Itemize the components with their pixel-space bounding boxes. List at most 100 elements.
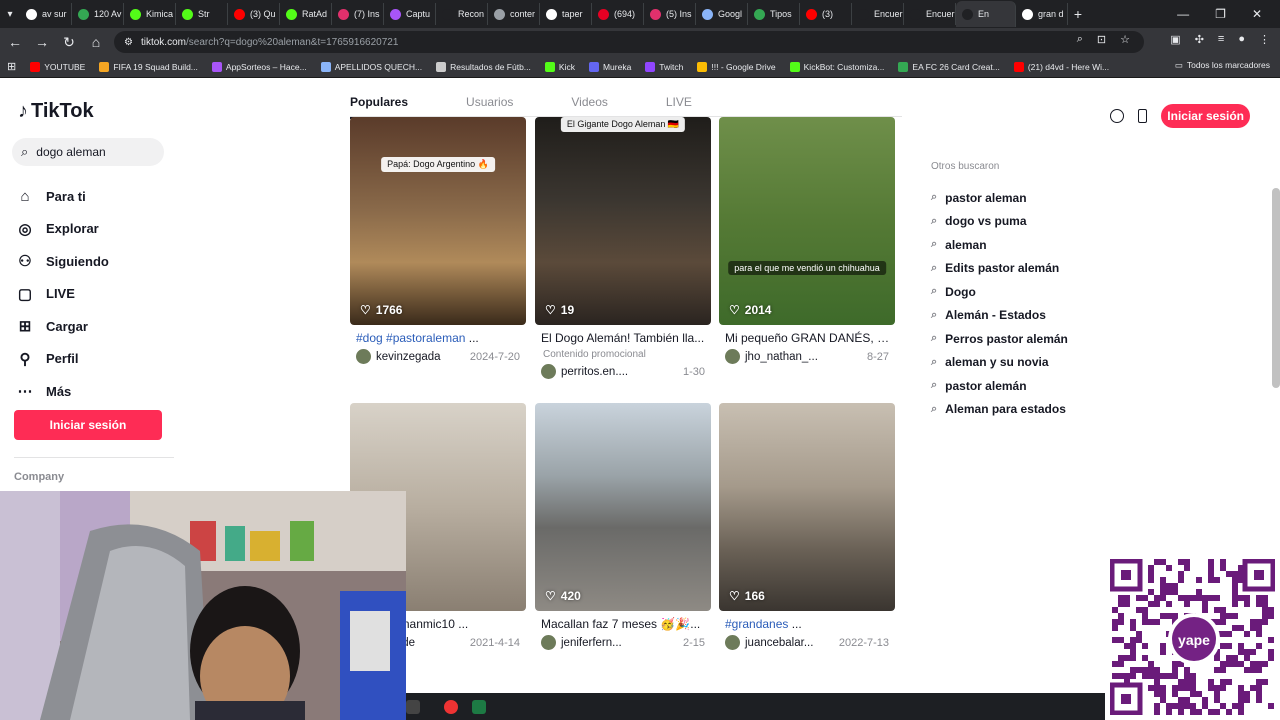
browser-tab[interactable]: (5) Ins [644,3,696,25]
related-search-item[interactable]: ⌕ Aleman para estados [931,398,1068,422]
bookmark-item[interactable]: YOUTUBE [23,61,92,72]
install-icon[interactable]: ⊡ [1097,33,1106,46]
username[interactable]: jeniferfern... [561,637,622,649]
bookmark-item[interactable]: Mureka [582,61,638,72]
bookmark-star-icon[interactable]: ☆ [1120,33,1130,46]
sidebar-item[interactable]: ◎ Explorar [16,213,109,246]
all-bookmarks-folder[interactable]: ▭ Todos los marcadores [1175,60,1270,71]
sidebar-item[interactable]: ⊞ Cargar [16,310,109,343]
video-thumbnail[interactable]: El Gigante Dogo Aleman 🇩🇪 ♡ 19 [535,117,711,325]
username[interactable]: jho_nathan_... [745,351,818,363]
tiktok-logo[interactable]: ♪ TikTok [18,100,94,123]
sidebar-item[interactable]: ⚲ Perfil [16,343,109,376]
bookmark-item[interactable]: Resultados de Fútb... [429,61,538,72]
site-info-icon[interactable]: ⚙ [124,37,133,48]
bookmark-item[interactable]: Kick [538,61,582,72]
taskbar-app-icon[interactable] [406,699,420,714]
sidebar-item[interactable]: ⌂ Para ti [16,180,109,213]
browser-tab[interactable]: Tipos [748,3,800,25]
browser-tab[interactable]: Captu [384,3,436,25]
video-description[interactable]: #grandanes ... [719,617,895,631]
browser-tab[interactable]: gran d [1016,3,1068,25]
home-browser-icon[interactable]: ⌂ [84,30,108,54]
video-card[interactable]: El Gigante Dogo Aleman 🇩🇪 ♡ 19 El Dogo Alem… [535,117,711,379]
back-icon[interactable]: ← [3,30,27,54]
bookmark-item[interactable]: APELLIDOS QUECH... [314,61,429,72]
url-bar[interactable]: ⚙ tiktok.com/search?q=dogo%20aleman&t=17… [114,31,1144,53]
profile-avatar-icon[interactable]: ● [1238,33,1245,46]
related-search-item[interactable]: ⌕ Edits pastor alemán [931,257,1068,281]
minimize-icon[interactable]: — [1177,7,1189,21]
username[interactable]: kevinzegada [376,351,441,363]
browser-tab[interactable]: Encuer [904,3,956,25]
sidebar-item[interactable]: ⚇ Siguiendo [16,245,109,278]
restore-icon[interactable]: ❐ [1215,7,1226,21]
avatar[interactable] [725,635,740,650]
video-description[interactable]: El Dogo Alemán! También lla... [535,331,711,345]
browser-tab[interactable]: Encuer [852,3,904,25]
phone-icon[interactable] [1138,109,1148,123]
browser-tab[interactable]: Googl [696,3,748,25]
avatar[interactable] [541,364,556,379]
browser-tab[interactable]: (3) Qu [228,3,280,25]
related-search-item[interactable]: ⌕ aleman [931,233,1068,257]
video-thumbnail[interactable]: para el que me vendió un chihuahua ♡ 2014 [719,117,895,325]
taskbar-excel-icon[interactable] [472,699,486,714]
related-search-item[interactable]: ⌕ pastor alemán [931,374,1068,398]
sidebar-login-button[interactable]: Iniciar sesión [14,410,162,440]
browser-tab[interactable]: Str [176,3,228,25]
new-tab-button[interactable]: + [1068,6,1088,22]
browser-tab[interactable]: (3) [800,3,852,25]
bookmark-item[interactable]: (21) d4vd - Here Wi... [1007,61,1116,72]
bookmark-item[interactable]: FIFA 19 Squad Build... [92,61,205,72]
related-search-item[interactable]: ⌕ Dogo [931,280,1068,304]
browser-tab[interactable]: taper [540,3,592,25]
search-input[interactable]: ⌕ dogo aleman [12,138,164,166]
video-card[interactable]: ♡ 420 Macallan faz 7 meses 🥳🎉... jeniferfer… [535,403,711,650]
hashtag-link[interactable]: #dog #pastoraleman [356,331,465,345]
header-login-button[interactable]: Iniciar sesión [1161,104,1250,128]
related-search-item[interactable]: ⌕ Perros pastor alemán [931,327,1068,351]
avatar[interactable] [725,349,740,364]
media-icon[interactable]: ≡ [1218,33,1224,46]
browser-tab[interactable]: conter [488,3,540,25]
compass-icon[interactable] [1110,109,1125,123]
avatar[interactable] [541,635,556,650]
video-card[interactable]: ♡ 166 #grandanes ... juancebalar... 2022-7-1… [719,403,895,650]
related-search-item[interactable]: ⌕ Alemán - Estados [931,304,1068,328]
video-thumbnail[interactable]: ♡ 166 [719,403,895,611]
zoom-icon[interactable]: ⌕ [1077,33,1083,46]
menu-icon[interactable]: ⋮ [1259,33,1270,46]
related-search-item[interactable]: ⌕ dogo vs puma [931,210,1068,234]
video-thumbnail[interactable]: ♡ 420 [535,403,711,611]
browser-tab[interactable]: (694) [592,3,644,25]
related-search-item[interactable]: ⌕ pastor aleman [931,186,1068,210]
browser-tab[interactable]: av sur [20,3,72,25]
apps-icon[interactable]: ⊞ [0,60,23,73]
browser-tab[interactable]: En [956,1,1016,27]
reload-icon[interactable]: ↻ [57,30,81,54]
browser-tab[interactable]: RatAd [280,3,332,25]
video-thumbnail[interactable]: Papá: Dogo Argentino 🔥 ♡ 1766 [350,117,526,325]
related-search-item[interactable]: ⌕ aleman y su novia [931,351,1068,375]
forward-icon[interactable]: → [30,30,54,54]
close-icon[interactable]: ✕ [1252,7,1262,21]
browser-tab[interactable]: Kimica [124,3,176,25]
video-card[interactable]: Papá: Dogo Argentino 🔥 ♡ 1766 #dog #pastora… [350,117,526,364]
sidebar-item[interactable]: ⋯ Más [16,375,109,408]
username[interactable]: juancebalar... [745,637,813,649]
company-heading[interactable]: Company [14,471,64,483]
page-scrollbar[interactable] [1272,188,1280,388]
extension-icon[interactable]: ▣ [1170,33,1180,46]
sidebar-item[interactable]: ▢ LIVE [16,278,109,311]
video-description[interactable]: Macallan faz 7 meses 🥳🎉... [535,617,711,631]
puzzle-icon[interactable]: ✣ [1195,33,1204,46]
bookmark-item[interactable]: EA FC 26 Card Creat... [891,61,1006,72]
bookmark-item[interactable]: AppSorteos – Hace... [205,61,314,72]
bookmark-item[interactable]: !!! - Google Drive [690,61,782,72]
avatar[interactable] [356,349,371,364]
video-card[interactable]: para el que me vendió un chihuahua ♡ 2014 M… [719,117,895,364]
browser-tab[interactable]: Recon [436,3,488,25]
video-description[interactable]: Mi pequeño GRAN DANÉS, E... [719,331,895,345]
browser-tab[interactable]: (7) Ins [332,3,384,25]
